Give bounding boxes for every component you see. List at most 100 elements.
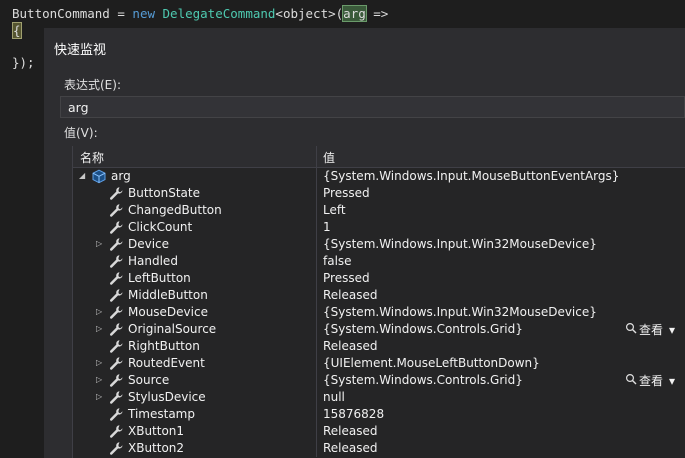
wrench-icon xyxy=(108,441,124,456)
row-column-divider xyxy=(316,304,317,321)
wrench-icon xyxy=(108,424,124,439)
row-column-divider xyxy=(316,270,317,287)
watch-row-source[interactable]: ▷ Source {System.Windows.Controls.Grid} 查看 ▾ xyxy=(73,372,685,389)
watch-row-name: RoutedEvent xyxy=(128,356,205,370)
column-header-value[interactable]: 值 xyxy=(323,149,335,166)
watch-row-changedbutton[interactable]: ChangedButton Left xyxy=(73,202,685,219)
row-column-divider xyxy=(316,423,317,440)
watch-row-value[interactable]: {UIElement.MouseLeftButtonDown} xyxy=(323,356,540,370)
watch-row-value[interactable]: 15876828 xyxy=(323,407,384,421)
watch-row-clickcount[interactable]: ClickCount 1 xyxy=(73,219,685,236)
wrench-icon xyxy=(108,288,124,303)
row-column-divider xyxy=(316,236,317,253)
value-label: 值(V): xyxy=(64,126,98,140)
code-arg-highlight[interactable]: arg xyxy=(342,5,367,22)
expand-arrow-icon[interactable]: ▷ xyxy=(96,375,102,384)
row-column-divider xyxy=(316,185,317,202)
code-generic: <object> xyxy=(275,6,336,21)
row-column-divider xyxy=(316,338,317,355)
watch-row-value[interactable]: null xyxy=(323,390,345,404)
watch-row-arg[interactable]: ◢ arg {System.Windows.Input.MouseButtonEve… xyxy=(73,168,685,185)
watch-row-buttonstate[interactable]: ButtonState Pressed xyxy=(73,185,685,202)
expand-arrow-icon[interactable]: ▷ xyxy=(96,392,102,401)
watch-row-value[interactable]: Released xyxy=(323,424,378,438)
watch-row-middlebutton[interactable]: MiddleButton Released xyxy=(73,287,685,304)
watch-row-value[interactable]: Pressed xyxy=(323,271,370,285)
watch-row-leftbutton[interactable]: LeftButton Pressed xyxy=(73,270,685,287)
watch-row-mousedevice[interactable]: ▷ MouseDevice {System.Windows.Input.Win32M… xyxy=(73,304,685,321)
visualizer-label: 查看 xyxy=(639,323,664,337)
watch-row-value[interactable]: Released xyxy=(323,339,378,353)
code-open-brace: { xyxy=(12,22,22,39)
watch-row-name: Timestamp xyxy=(128,407,195,421)
row-column-divider xyxy=(316,389,317,406)
watch-row-xbutton1[interactable]: XButton1 Released xyxy=(73,423,685,440)
watch-row-stylusdevice[interactable]: ▷ StylusDevice null xyxy=(73,389,685,406)
column-divider[interactable] xyxy=(316,146,317,167)
watch-row-value[interactable]: Pressed xyxy=(323,186,370,200)
wrench-icon xyxy=(108,271,124,286)
wrench-icon xyxy=(108,356,124,371)
row-column-divider xyxy=(316,287,317,304)
wrench-icon xyxy=(108,186,124,201)
watch-row-name: RightButton xyxy=(128,339,200,353)
wrench-icon xyxy=(108,407,124,422)
wrench-icon xyxy=(108,203,124,218)
code-keyword-new: new xyxy=(132,6,155,21)
row-column-divider xyxy=(316,168,317,185)
watch-row-value[interactable]: {System.Windows.Input.Win32MouseDevice} xyxy=(323,237,597,251)
watch-row-routedevent[interactable]: ▷ RoutedEvent {UIElement.MouseLeftButtonDo… xyxy=(73,355,685,372)
chevron-down-icon[interactable]: ▾ xyxy=(669,323,675,337)
row-column-divider xyxy=(316,355,317,372)
watch-row-originalsource[interactable]: ▷ OriginalSource {System.Windows.Controls.… xyxy=(73,321,685,338)
watch-row-name: ClickCount xyxy=(128,220,193,234)
watch-row-value[interactable]: Released xyxy=(323,441,378,455)
wrench-icon xyxy=(108,390,124,405)
watch-row-handled[interactable]: Handled false xyxy=(73,253,685,270)
watch-row-value[interactable]: Left xyxy=(323,203,346,217)
code-lambda-arrow: => xyxy=(365,6,389,21)
code-close: }); xyxy=(12,55,35,70)
expression-input[interactable] xyxy=(60,96,685,118)
chevron-down-icon[interactable]: ▾ xyxy=(669,374,675,388)
watch-row-value[interactable]: 1 xyxy=(323,220,331,234)
watch-row-value[interactable]: Released xyxy=(323,288,378,302)
expand-arrow-icon[interactable]: ▷ xyxy=(96,307,102,316)
watch-row-name: arg xyxy=(111,169,131,183)
wrench-icon xyxy=(108,237,124,252)
row-column-divider xyxy=(316,219,317,236)
watch-row-timestamp[interactable]: Timestamp 15876828 xyxy=(73,406,685,423)
expand-arrow-icon[interactable]: ▷ xyxy=(96,239,102,248)
row-column-divider xyxy=(316,440,317,457)
watch-row-name: MouseDevice xyxy=(128,305,208,319)
watch-row-name: OriginalSource xyxy=(128,322,217,336)
wrench-icon xyxy=(108,339,124,354)
collapse-arrow-icon[interactable]: ◢ xyxy=(79,171,85,180)
watch-row-name: MiddleButton xyxy=(128,288,208,302)
expand-arrow-icon[interactable]: ▷ xyxy=(96,324,102,333)
watch-row-device[interactable]: ▷ Device {System.Windows.Input.Win32MouseD… xyxy=(73,236,685,253)
dialog-title: 快速监视 xyxy=(54,43,107,58)
watch-row-value[interactable]: {System.Windows.Input.Win32MouseDevice} xyxy=(323,305,597,319)
visualizer-button[interactable]: 查看 ▾ xyxy=(625,321,675,338)
watch-row-value[interactable]: {System.Windows.Controls.Grid} xyxy=(323,373,523,387)
watch-row-name: XButton1 xyxy=(128,424,185,438)
watch-row-value[interactable]: {System.Windows.Controls.Grid} xyxy=(323,322,523,336)
watch-row-rightbutton[interactable]: RightButton Released xyxy=(73,338,685,355)
object-cube-icon xyxy=(91,169,107,184)
visualizer-button[interactable]: 查看 ▾ xyxy=(625,372,675,389)
expand-arrow-icon[interactable]: ▷ xyxy=(96,358,102,367)
watch-row-value[interactable]: false xyxy=(323,254,352,268)
watch-row-value[interactable]: {System.Windows.Input.MouseButtonEventAr… xyxy=(323,169,619,183)
row-column-divider xyxy=(316,253,317,270)
magnifier-icon xyxy=(625,322,637,337)
row-column-divider xyxy=(316,202,317,219)
column-header-name[interactable]: 名称 xyxy=(80,149,104,166)
quick-watch-dialog: 快速监视 表达式(E): 值(V): 名称 值 ◢ arg {System.Wind… xyxy=(44,28,685,458)
row-column-divider xyxy=(316,372,317,389)
watch-row-xbutton2[interactable]: XButton2 Released xyxy=(73,440,685,457)
watch-grid[interactable]: 名称 值 ◢ arg {System.Windows.Input.MouseButt… xyxy=(72,146,685,458)
watch-row-name: XButton2 xyxy=(128,441,185,455)
watch-row-name: LeftButton xyxy=(128,271,191,285)
magnifier-icon xyxy=(625,373,637,388)
